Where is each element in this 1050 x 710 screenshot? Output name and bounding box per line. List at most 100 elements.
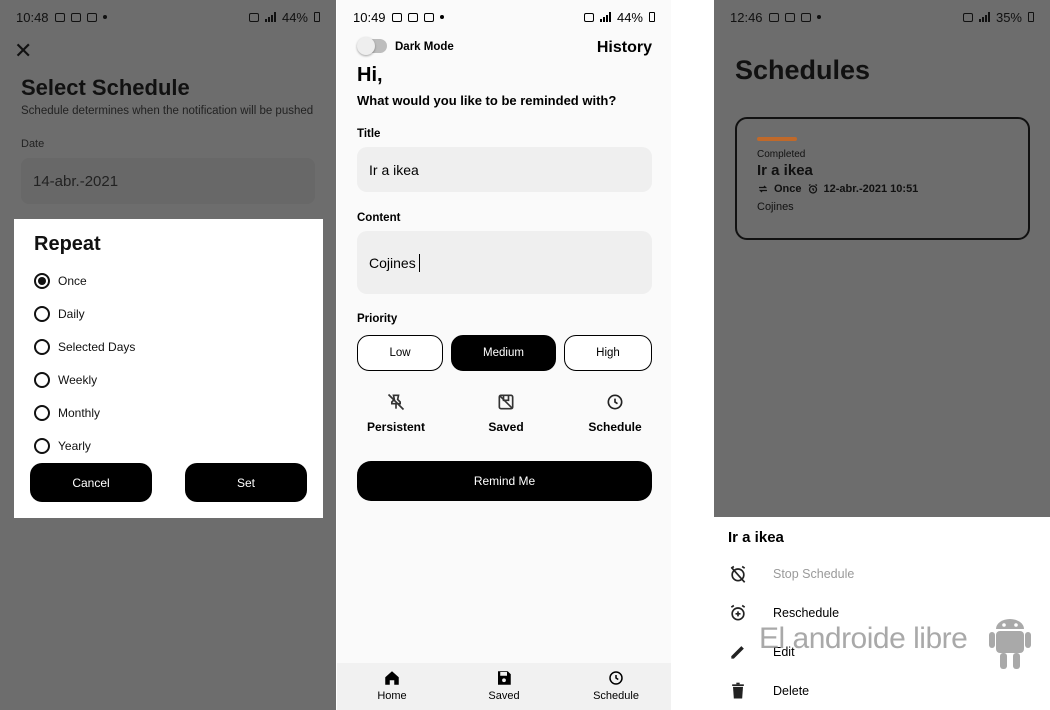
- repeat-option-weekly[interactable]: Weekly: [34, 363, 303, 396]
- alarm-clock-icon: [808, 183, 817, 194]
- radio-checked-icon[interactable]: [34, 272, 50, 289]
- repeat-option-yearly[interactable]: Yearly: [34, 429, 303, 462]
- status-time: 12:46: [730, 9, 763, 25]
- delete-action[interactable]: Delete: [728, 681, 809, 701]
- bottom-nav: Home Saved Schedule: [337, 663, 671, 710]
- dark-mode-label: Dark Mode: [395, 41, 454, 53]
- option-label: Selected Days: [58, 339, 136, 354]
- home-icon: [385, 671, 399, 685]
- page-title: Select Schedule: [21, 75, 190, 100]
- question-text: What would you like to be reminded with?: [357, 93, 617, 108]
- sheet-title: Ir a ikea: [728, 529, 784, 546]
- alarm-add-icon: [730, 604, 746, 621]
- option-label: Persistent: [366, 420, 426, 434]
- repeat-option-once[interactable]: Once: [34, 264, 303, 297]
- more-dot-icon: [439, 15, 444, 19]
- page-subtitle: Schedule determines when the notificatio…: [21, 105, 314, 117]
- signal-icon: [599, 12, 611, 22]
- priority-high-button[interactable]: High: [564, 335, 652, 371]
- dark-mode-toggle[interactable]: [357, 37, 387, 55]
- clock-icon: [607, 394, 623, 410]
- action-label: Delete: [773, 684, 810, 698]
- nav-saved[interactable]: Saved: [469, 669, 539, 702]
- history-link[interactable]: History: [597, 39, 652, 57]
- dropbox-icon: [86, 12, 97, 22]
- repeat-option-monthly[interactable]: Monthly: [34, 396, 303, 429]
- battery-text: 35%: [995, 9, 1022, 25]
- title-label: Title: [357, 128, 381, 140]
- status-time: 10:49: [353, 9, 386, 25]
- reschedule-action[interactable]: Reschedule: [728, 603, 839, 623]
- card-meta: Once 12-abr.-2021 10:51: [757, 183, 1008, 195]
- android-robot-logo: [989, 619, 1031, 669]
- pencil-icon: [731, 646, 744, 659]
- status-bar: 10:48 44%: [0, 0, 336, 34]
- option-label: Once: [58, 273, 87, 288]
- option-label: Yearly: [58, 438, 91, 453]
- radio-icon[interactable]: [34, 338, 50, 355]
- option-label: Schedule: [588, 420, 642, 434]
- status-time: 10:48: [16, 9, 49, 25]
- radio-icon[interactable]: [34, 437, 50, 454]
- title-input-value: Ir a ikea: [369, 161, 419, 178]
- signal-icon: [264, 12, 276, 22]
- nav-home[interactable]: Home: [357, 669, 427, 702]
- schedule-option[interactable]: Schedule: [575, 392, 655, 434]
- status-color-bar: [757, 137, 797, 141]
- option-label: Weekly: [58, 372, 98, 387]
- stop-schedule-action[interactable]: Stop Schedule: [728, 564, 854, 584]
- schedule-card[interactable]: Completed Ir a ikea Once 12-abr.-2021 10…: [735, 117, 1030, 240]
- repeat-dialog: Repeat Once Daily Selected Days Weekly M…: [14, 219, 323, 518]
- date-label: Date: [21, 138, 45, 150]
- text-cursor: [418, 253, 420, 272]
- action-label: Reschedule: [773, 606, 840, 620]
- date-field[interactable]: 14-abr.-2021: [21, 158, 315, 204]
- cloud-icon: [407, 12, 418, 22]
- watermark-text: El androide libre: [759, 622, 968, 655]
- card-content: Cojines: [757, 201, 794, 213]
- alarm-off-icon: [730, 565, 746, 583]
- status-bar: 12:46 35%: [714, 0, 1050, 34]
- page-title: Schedules: [735, 55, 871, 85]
- nav-schedule[interactable]: Schedule: [581, 669, 651, 702]
- title-input[interactable]: Ir a ikea: [357, 147, 652, 192]
- dropbox-icon: [423, 12, 434, 22]
- gallery-icon: [800, 12, 811, 22]
- select-schedule-screen: 10:48 44% ✕ Select Schedule Schedule det…: [0, 0, 336, 710]
- cancel-button[interactable]: Cancel: [30, 463, 152, 502]
- option-label: Monthly: [58, 405, 101, 420]
- nav-label: Saved: [488, 690, 520, 702]
- battery-text: 44%: [281, 9, 308, 25]
- persistent-option[interactable]: Persistent: [356, 392, 436, 434]
- radio-icon[interactable]: [34, 305, 50, 322]
- gallery-icon: [54, 12, 65, 22]
- priority-medium-button[interactable]: Medium: [451, 335, 556, 371]
- pin-off-icon: [387, 393, 405, 411]
- more-dot-icon: [102, 15, 107, 19]
- status-badge: Completed: [757, 149, 806, 160]
- nav-label: Schedule: [593, 690, 639, 702]
- create-reminder-screen: 10:49 44% Dark Mode History Hi, What wou…: [337, 0, 671, 710]
- content-input[interactable]: Cojines: [357, 231, 652, 294]
- set-button[interactable]: Set: [185, 463, 307, 502]
- remind-me-button[interactable]: Remind Me: [357, 461, 652, 501]
- radio-icon[interactable]: [34, 404, 50, 421]
- close-icon[interactable]: ✕: [14, 38, 32, 64]
- option-label: Daily: [58, 306, 85, 321]
- priority-label: Priority: [357, 313, 398, 325]
- priority-low-button[interactable]: Low: [357, 335, 443, 371]
- trash-icon: [732, 682, 744, 699]
- repeat-option-selected-days[interactable]: Selected Days: [34, 330, 303, 363]
- saved-option[interactable]: Saved: [466, 392, 546, 434]
- dropbox-icon: [784, 12, 795, 22]
- battery-text: 44%: [616, 9, 643, 25]
- nav-label: Home: [377, 690, 407, 702]
- alarm-icon: [583, 12, 594, 22]
- radio-icon[interactable]: [34, 371, 50, 388]
- settings-icon: [768, 12, 779, 22]
- status-bar: 10:49 44%: [337, 0, 671, 34]
- action-label: Stop Schedule: [773, 567, 855, 581]
- battery-icon: [1028, 12, 1034, 22]
- card-title: Ir a ikea: [757, 162, 813, 179]
- repeat-option-daily[interactable]: Daily: [34, 297, 303, 330]
